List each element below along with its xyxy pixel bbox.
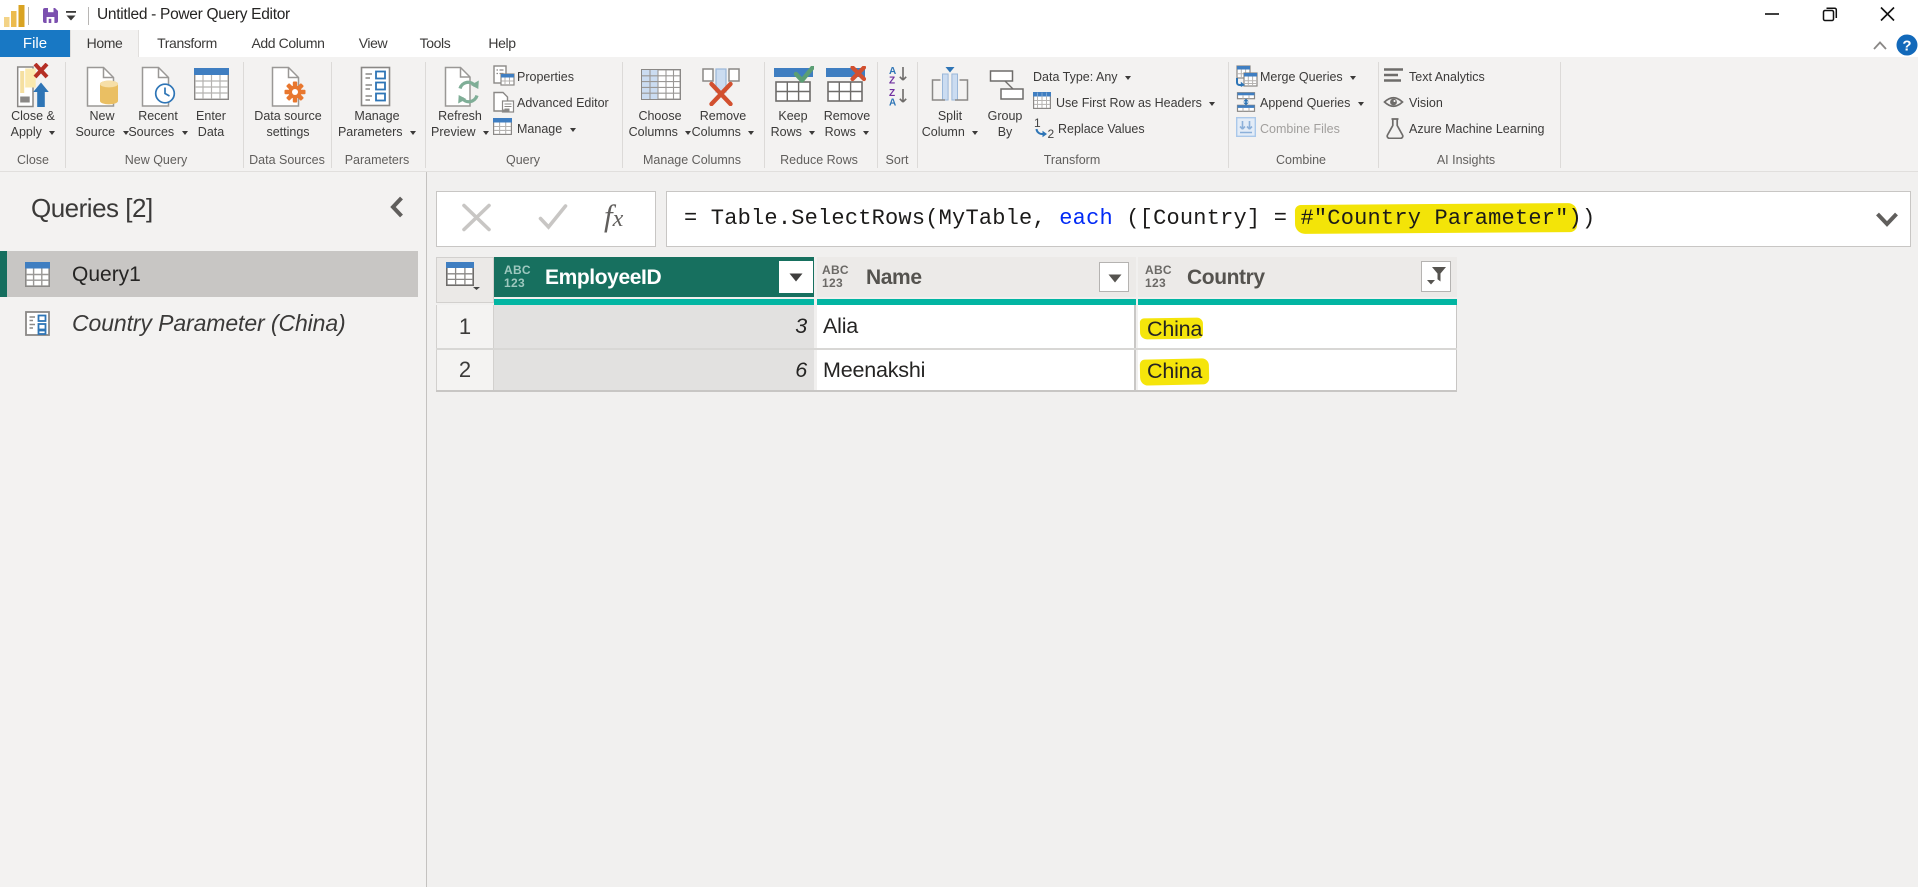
svg-text:2: 2 — [1048, 127, 1055, 139]
svg-text:Z: Z — [889, 76, 895, 85]
svg-text:A: A — [889, 98, 896, 107]
svg-text:1: 1 — [1034, 117, 1041, 130]
svg-text:?: ? — [1902, 38, 1911, 55]
